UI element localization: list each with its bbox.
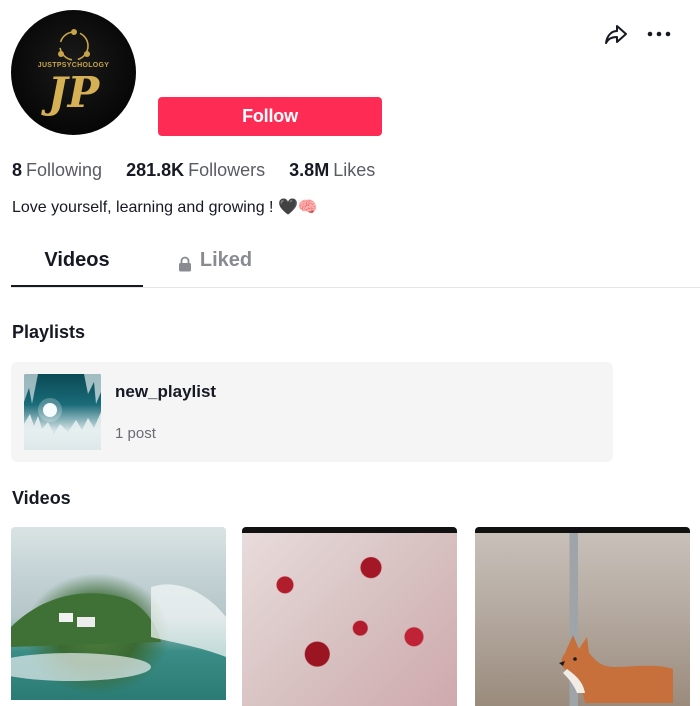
stat-value: 281.8K [126, 160, 185, 180]
share-icon[interactable] [602, 20, 630, 48]
tab-label: Liked [199, 249, 253, 271]
stat-label: Followers [188, 160, 266, 180]
fox-shape [559, 635, 673, 703]
logo-mark-icon [58, 29, 90, 61]
playlist-post-count: 1 post [115, 425, 156, 442]
profile-bio: Love yourself, learning and growing ! 🖤🧠 [12, 199, 318, 216]
stat-label: Following [26, 160, 103, 180]
stat-value: 3.8M [289, 160, 330, 180]
profile-stats: 8 Following 281.8K Followers 3.8M Likes [12, 160, 394, 181]
stat-likes: 3.8M Likes [289, 160, 375, 180]
avatar-monogram: JP [47, 68, 100, 117]
videos-heading: Videos [12, 488, 71, 508]
active-tab-indicator [11, 285, 143, 287]
lock-icon [178, 255, 192, 278]
stat-following[interactable]: 8 Following [12, 160, 107, 180]
playlist-card[interactable]: new_playlist 1 post [11, 362, 613, 462]
tab-label: Videos [44, 249, 110, 271]
stat-label: Likes [333, 160, 376, 180]
video-thumbnail[interactable] [242, 527, 457, 706]
stat-value: 8 [12, 160, 23, 180]
playlists-heading: Playlists [12, 322, 86, 342]
follow-button[interactable]: Follow [158, 97, 382, 136]
video-thumbnail[interactable] [475, 527, 690, 706]
playlist-name: new_playlist [115, 382, 217, 401]
playlist-thumbnail [24, 374, 101, 450]
tab-liked[interactable]: Liked [160, 249, 270, 287]
tab-videos[interactable]: Videos [11, 249, 143, 287]
more-icon[interactable] [645, 20, 673, 48]
stat-followers[interactable]: 281.8K Followers [126, 160, 270, 180]
video-thumbnail[interactable] [11, 527, 226, 700]
avatar[interactable]: JUSTPSYCHOLOGY JP [11, 10, 136, 135]
tab-divider [11, 287, 700, 288]
